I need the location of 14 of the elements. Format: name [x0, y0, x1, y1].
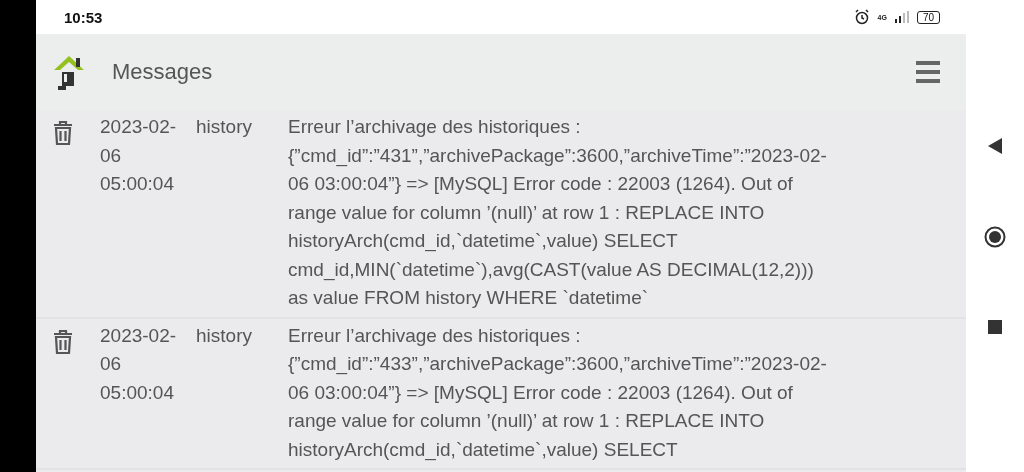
message-source: history — [196, 115, 253, 139]
message-date: 2023-02-06 05:00:04 — [100, 323, 178, 405]
message-date: 2023-02-06 05:00:04 — [100, 115, 178, 196]
menu-button[interactable] — [916, 61, 940, 83]
message-text: Erreur l’archivage des historiques : {”cmd_id”:”431”,”archivePackage”:3600,”archiveTime”:”2023-02-06 03:00:04”} => [MySQL] Error code : 22003 (1264). Out of range value for column ’(null)’ at row 1 : REPLACE INTO historyArch(cmd_id,`datetime`,value) SELECT cmd_id,MIN(`datetime`),avg(CAST(value AS DECIMAL(12,2))) as value FROM history WHERE `datetime` — [288, 115, 828, 310]
message-text: Erreur l’archivage des historiques : {”cmd_id”:”433”,”archivePackage”:3600,”archiveTime”:”2023-02-06 03:00:04”} => [MySQL] Error code : 22003 (1264). Out of range value for column ’(null)’ at row 1 : REPLACE INTO historyArch(cmd_id,`datetime`,value) SELECT — [288, 323, 828, 463]
signal-icon — [894, 11, 909, 23]
battery-level: 70 — [916, 10, 940, 24]
back-icon[interactable] — [988, 138, 1002, 154]
page-title: Messages — [112, 59, 214, 85]
home-icon[interactable] — [984, 226, 1006, 248]
status-time: 10:53 — [64, 8, 103, 26]
alarm-icon — [853, 9, 870, 25]
message-source: history — [196, 323, 253, 348]
